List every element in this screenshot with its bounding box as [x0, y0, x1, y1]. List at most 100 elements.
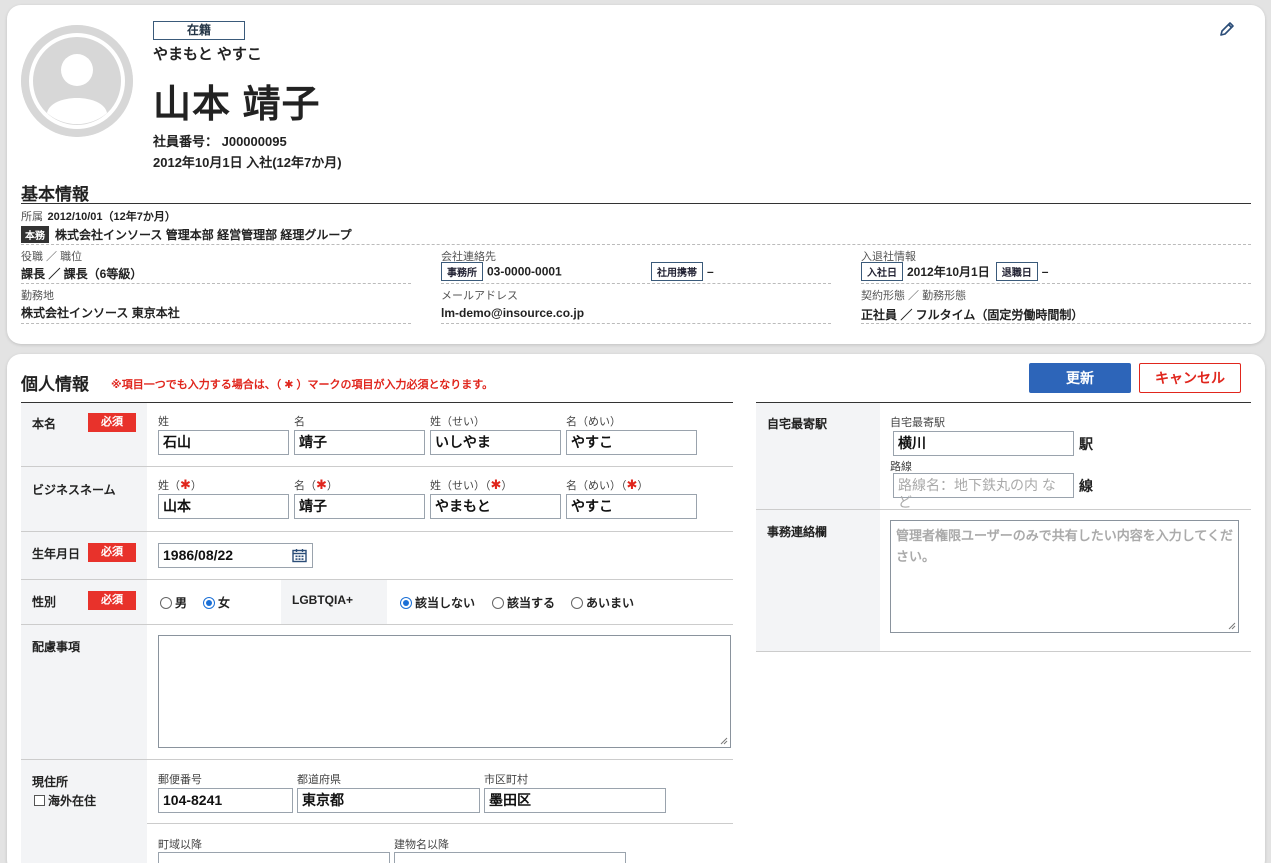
office-phone-value: 03-0000-0001 [487, 264, 562, 279]
line-input[interactable]: 路線名：地下鉄丸の内 など [893, 473, 1074, 510]
sei-label: 姓 [158, 416, 169, 428]
consideration-textarea[interactable] [158, 635, 731, 748]
real-name-row: 本名 必須 姓 名 姓（せい） 名（めい） 石山 靖子 いしやま やすこ [21, 403, 733, 467]
consideration-label: 配慮事項 [32, 640, 81, 654]
real-name-label: 本名 [32, 417, 57, 431]
bn-mei-kana-label: 名（めい）（✱） [566, 477, 649, 492]
line-suffix: 線 [1079, 478, 1093, 494]
birthday-row: 生年月日 必須 1986/08/22 [21, 532, 733, 580]
real-mei-kana-input[interactable]: やすこ [566, 430, 697, 455]
divider [861, 283, 1251, 284]
cancel-button[interactable]: キャンセル [1139, 363, 1241, 393]
affiliation-value: 株式会社インソース 管理本部 経営管理部 経理グループ [55, 228, 352, 242]
personal-info-title: 個人情報 [21, 375, 89, 394]
divider [861, 323, 1251, 324]
affiliation-row: 本務 株式会社インソース 管理本部 経営管理部 経理グループ [21, 226, 352, 244]
affiliation-date: 2012/10/01（12年7か月） [47, 211, 176, 223]
personal-info-card: 個人情報 ※項目一つでも入力する場合は、（ ✱ ）マークの項目が入力必須となりま… [7, 354, 1265, 863]
required-note: ※項目一つでも入力する場合は、（ ✱ ）マークの項目が入力必須となります。 [111, 379, 494, 391]
lgbt-ambiguous-radio[interactable]: あいまい [571, 594, 634, 611]
gender-male-radio[interactable]: 男 [160, 594, 187, 611]
business-name-label: ビジネスネーム [32, 483, 116, 497]
real-sei-input[interactable]: 石山 [158, 430, 289, 455]
name-kana: やまもと やすこ [153, 46, 262, 63]
row-label: 性別 必須 [21, 580, 147, 624]
status-badge: 在籍 [153, 21, 245, 40]
row-label: 本名 必須 [21, 403, 147, 466]
real-mei-input[interactable]: 靖子 [294, 430, 425, 455]
mei-label: 名 [294, 416, 305, 428]
address-label: 現住所 [32, 775, 69, 789]
required-badge: 必須 [88, 413, 136, 432]
workplace-value: 株式会社インソース 東京本社 [21, 306, 180, 320]
affiliation: 所属 2012/10/01（12年7か月） [21, 207, 176, 225]
consideration-row: 配慮事項 [21, 625, 733, 760]
join-tag: 入社日 [861, 262, 903, 281]
profile-card: 在籍 やまもと やすこ 山本 靖子 社員番号： J00000095 2012年1… [7, 5, 1265, 344]
station-label: 自宅最寄駅 [767, 417, 828, 431]
lgbt-not-applicable-radio[interactable]: 該当しない [400, 594, 475, 611]
divider [21, 203, 1251, 204]
leave-value: – [1041, 264, 1049, 279]
city-input[interactable]: 墨田区 [484, 788, 666, 813]
mei-kana-label: 名（めい） [566, 416, 621, 428]
resize-handle-icon[interactable] [1228, 622, 1236, 630]
mail-value[interactable]: lm-demo@insource.co.jp [441, 306, 584, 320]
required-badge: 必須 [88, 543, 136, 562]
pencil-icon[interactable] [1217, 19, 1237, 39]
role-value: 課長 ／ 課長（6等級） [21, 267, 143, 281]
divider [21, 244, 1251, 245]
station-row: 自宅最寄駅 自宅最寄駅 横川 駅 路線 路線名：地下鉄丸の内 など 線 [756, 403, 1251, 510]
bn-sei-input[interactable]: 山本 [158, 494, 289, 519]
lgbt-applicable-radio[interactable]: 該当する [492, 594, 555, 611]
station-input[interactable]: 横川 [893, 431, 1074, 456]
bn-sei-label: 姓（✱） [158, 477, 202, 492]
pref-label: 都道府県 [297, 774, 341, 786]
mobile-phone: 社用携帯 – [651, 262, 714, 281]
avatar [21, 25, 133, 137]
postal-label: 郵便番号 [158, 774, 202, 786]
calendar-icon[interactable] [292, 548, 307, 563]
sei-kana-label: 姓（せい） [430, 416, 485, 428]
real-sei-kana-input[interactable]: いしやま [430, 430, 561, 455]
divider [147, 823, 733, 824]
pref-input[interactable]: 東京都 [297, 788, 480, 813]
row-label: 事務連絡欄 [756, 510, 880, 651]
office-tag: 事務所 [441, 262, 483, 281]
office-note-textarea[interactable]: 管理者権限ユーザーのみで共有したい内容を入力してください。 [890, 520, 1239, 633]
divider [441, 283, 831, 284]
leave-tag: 退職日 [995, 262, 1038, 281]
update-button[interactable]: 更新 [1029, 363, 1131, 393]
user-silhouette-icon [21, 25, 133, 137]
bn-mei-label: 名（✱） [294, 477, 338, 492]
basic-info-title: 基本情報 [21, 185, 89, 204]
row-label: 自宅最寄駅 [756, 403, 880, 509]
gender-row: 性別 必須 男 女 LGBTQIA+ 該当しない 該当する あいまい [21, 580, 733, 625]
divider [21, 283, 411, 284]
checkbox-icon[interactable] [34, 795, 45, 806]
affiliation-label: 所属 [21, 211, 43, 223]
street-input[interactable] [158, 852, 390, 863]
row-label: 配慮事項 [21, 625, 147, 759]
overseas-checkbox[interactable]: 海外在住 [34, 792, 96, 809]
contract-label: 契約形態 ／ 勤務形態 [861, 290, 967, 302]
birthday-label: 生年月日 [32, 547, 81, 561]
postal-input[interactable]: 104-8241 [158, 788, 293, 813]
divider [441, 323, 831, 324]
resize-handle-icon[interactable] [720, 737, 728, 745]
bn-sei-kana-input[interactable]: やまもと [430, 494, 561, 519]
building-input[interactable] [394, 852, 626, 863]
lgbt-label-cell: LGBTQIA+ [281, 580, 387, 624]
business-name-row: ビジネスネーム 姓（✱） 名（✱） 姓（せい）（✱） 名（めい）（✱） 山本 靖… [21, 467, 733, 532]
required-badge: 必須 [88, 591, 136, 610]
office-note-label: 事務連絡欄 [767, 525, 828, 539]
bn-sei-kana-label: 姓（せい）（✱） [430, 477, 513, 492]
office-phone: 事務所 03-0000-0001 [441, 262, 562, 281]
row-label: ビジネスネーム [21, 467, 147, 531]
bn-mei-input[interactable]: 靖子 [294, 494, 425, 519]
bn-mei-kana-input[interactable]: やすこ [566, 494, 697, 519]
birthday-input[interactable]: 1986/08/22 [158, 543, 313, 568]
gender-female-radio[interactable]: 女 [203, 594, 230, 611]
lgbt-label: LGBTQIA+ [292, 593, 354, 607]
employee-name: 山本 靖子 [153, 84, 321, 126]
